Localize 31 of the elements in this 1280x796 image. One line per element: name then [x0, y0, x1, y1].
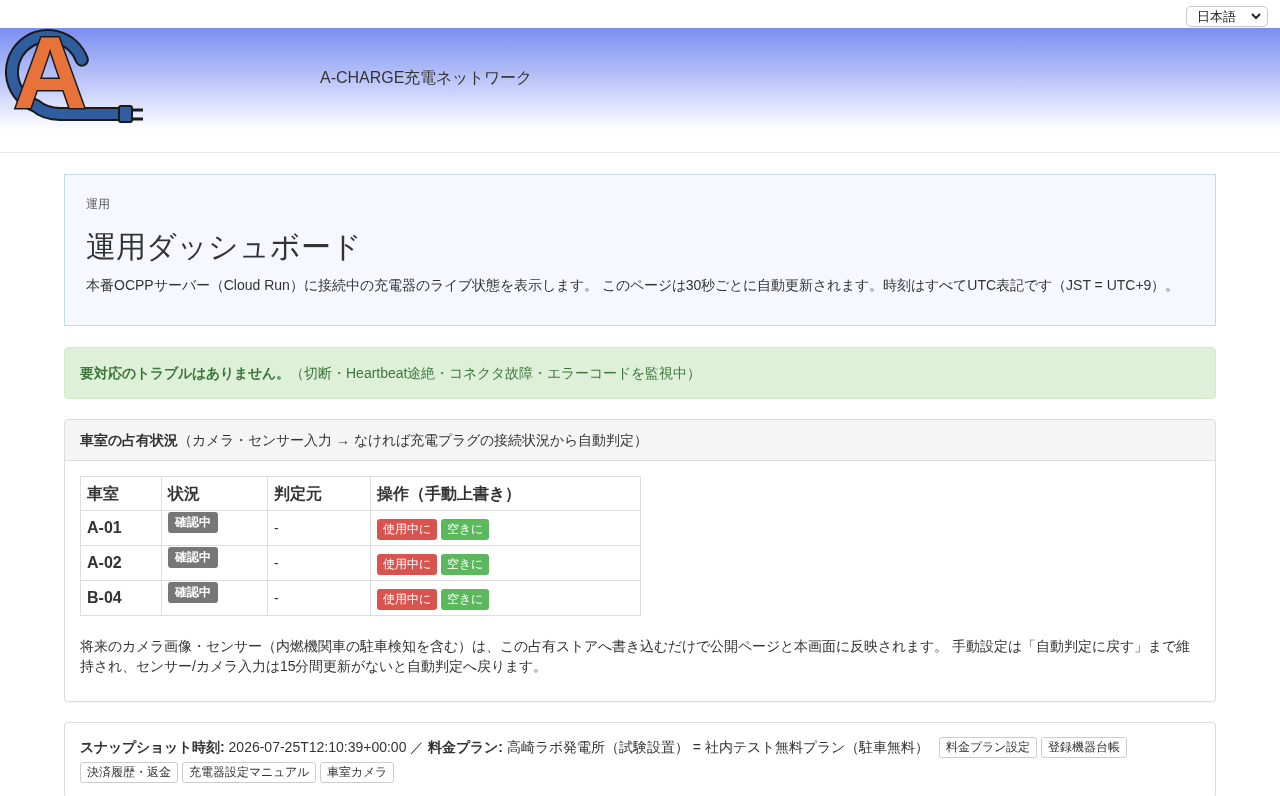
status-badge: 確認中 [168, 582, 218, 603]
table-cell: A-01 [80, 510, 162, 546]
column-header: 車室 [80, 476, 162, 511]
table-cell: - [267, 580, 371, 616]
snapshot-info: スナップショット時刻: 2026-07-25T12:10:39+00:00 ／ 料金プラン: 高崎ラボ発電所（試験設置） = 社内テスト無料プラン（駐車無料） [80, 739, 929, 755]
page-title: 運用ダッシュボード [86, 229, 363, 265]
table-cell: A-02 [80, 545, 162, 581]
alert-message: 要対応のトラブルはありません。（切断・Heartbeat途絶・コネクタ故障・エラーコードを監視中） [80, 365, 702, 381]
table-cell: - [267, 545, 371, 581]
table-cell: B-04 [80, 580, 162, 616]
column-header: 状況 [161, 476, 268, 511]
set-occupied-button[interactable]: 使用中に [377, 553, 437, 575]
column-header: 操作（手動上書き） [370, 476, 641, 511]
site-title: A-CHARGE充電ネットワーク [320, 68, 533, 88]
breadcrumb: 運用 [86, 196, 111, 213]
page-description: 本番OCPPサーバー（Cloud Run）に接続中の充電器のライブ状態を表示します。 このページは30秒ごとに自動更新されます。時刻はすべてUTC表記です（JST = UTC+9）。 [86, 276, 1181, 295]
status-badge: 確認中 [168, 512, 218, 533]
status-badge: 確認中 [168, 547, 218, 568]
link-button[interactable]: 登録機器台帳 [1040, 736, 1127, 758]
link-button[interactable]: 車室カメラ [320, 761, 394, 783]
set-occupied-button[interactable]: 使用中に [377, 518, 437, 540]
link-button[interactable]: 充電器設定マニュアル [182, 761, 316, 783]
table-cell: - [267, 510, 371, 546]
link-button[interactable]: 決済履歴・返金 [80, 761, 178, 783]
chevron-down-icon [1251, 13, 1261, 20]
panel-heading: 車室の占有状況（カメラ・センサー入力 → なければ充電プラグの接続状況から自動判定） [80, 432, 648, 448]
link-button[interactable]: 料金プラン設定 [938, 736, 1037, 758]
column-header: 判定元 [267, 476, 371, 511]
set-occupied-button[interactable]: 使用中に [377, 588, 437, 610]
occupancy-note: 将来のカメラ画像・センサー（内燃機関車の駐車検知を含む）は、この占有ストアへ書き込むだけで公開ページと本画面に反映されます。 手動設定は「自動判定に戻す」まで維持され、センサー/カメラ入力は15分間更新がないと自動判定へ戻ります。 [80, 637, 1191, 676]
language-select[interactable]: 日本語 [1186, 6, 1268, 27]
